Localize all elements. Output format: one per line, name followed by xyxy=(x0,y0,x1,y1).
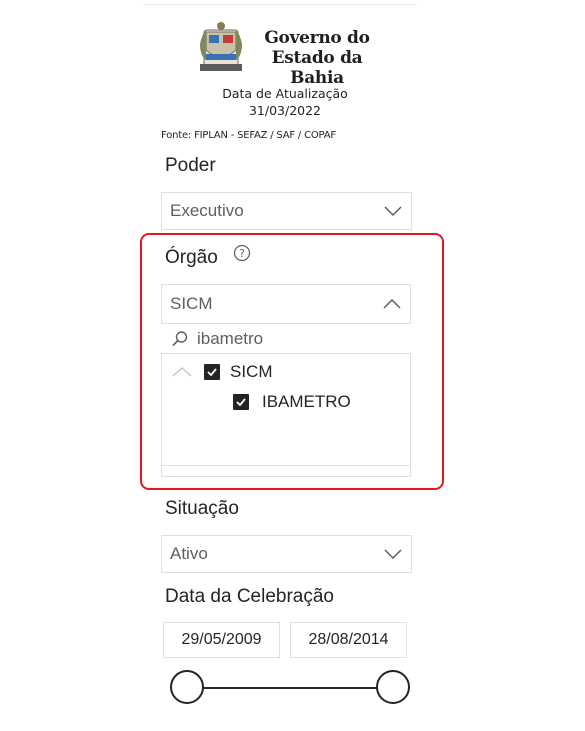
tree-row-ibametro[interactable]: IBAMETRO xyxy=(233,390,351,414)
situacao-selected-value: Ativo xyxy=(170,544,208,563)
help-icon[interactable]: ? xyxy=(233,244,251,262)
tree-row-sicm[interactable]: SICM xyxy=(171,360,273,384)
start-date-input[interactable]: 29/05/2009 xyxy=(163,622,280,658)
coat-of-arms-logo xyxy=(200,22,242,71)
check-icon xyxy=(236,398,246,407)
orgao-list-scroll-area xyxy=(161,465,411,477)
check-icon xyxy=(207,368,217,377)
help-icon-glyph: ? xyxy=(239,247,245,260)
orgao-search-input[interactable] xyxy=(197,328,397,349)
range-start-handle[interactable] xyxy=(170,670,204,704)
government-name-line2: Estado da Bahia xyxy=(271,48,363,88)
update-label: Data de Atualização xyxy=(222,86,348,101)
orgao-search-row xyxy=(161,324,411,354)
search-icon xyxy=(172,330,188,346)
range-end-handle[interactable] xyxy=(376,670,410,704)
situacao-title: Situação xyxy=(165,498,239,519)
sicm-checkbox[interactable] xyxy=(204,364,220,380)
poder-selected-value: Executivo xyxy=(170,201,244,220)
end-date-input[interactable]: 28/08/2014 xyxy=(290,622,407,658)
chevron-down-icon xyxy=(384,549,402,560)
situacao-dropdown[interactable]: Ativo xyxy=(161,535,412,573)
tree-item-label-sicm: SICM xyxy=(230,362,273,381)
date-range-track xyxy=(187,687,393,689)
orgao-selected-value: SICM xyxy=(170,294,213,313)
government-name-line1: Governo do xyxy=(264,28,370,48)
poder-title: Poder xyxy=(165,155,216,176)
data-celebracao-title: Data da Celebração xyxy=(165,586,334,607)
orgao-title: Órgão xyxy=(165,247,218,268)
top-divider xyxy=(143,4,417,5)
government-name: Governo do Estado da Bahia xyxy=(252,28,382,88)
poder-dropdown[interactable]: Executivo xyxy=(161,192,412,230)
chevron-up-icon xyxy=(383,298,401,309)
data-source: Fonte: FIPLAN - SEFAZ / SAF / COPAF xyxy=(161,130,336,141)
update-date: 31/03/2022 xyxy=(248,103,322,118)
tree-item-label-ibametro: IBAMETRO xyxy=(262,392,351,411)
collapse-chevron-icon[interactable] xyxy=(171,366,193,378)
chevron-down-icon xyxy=(384,206,402,217)
ibametro-checkbox[interactable] xyxy=(233,394,249,410)
orgao-dropdown[interactable]: SICM xyxy=(161,284,411,324)
